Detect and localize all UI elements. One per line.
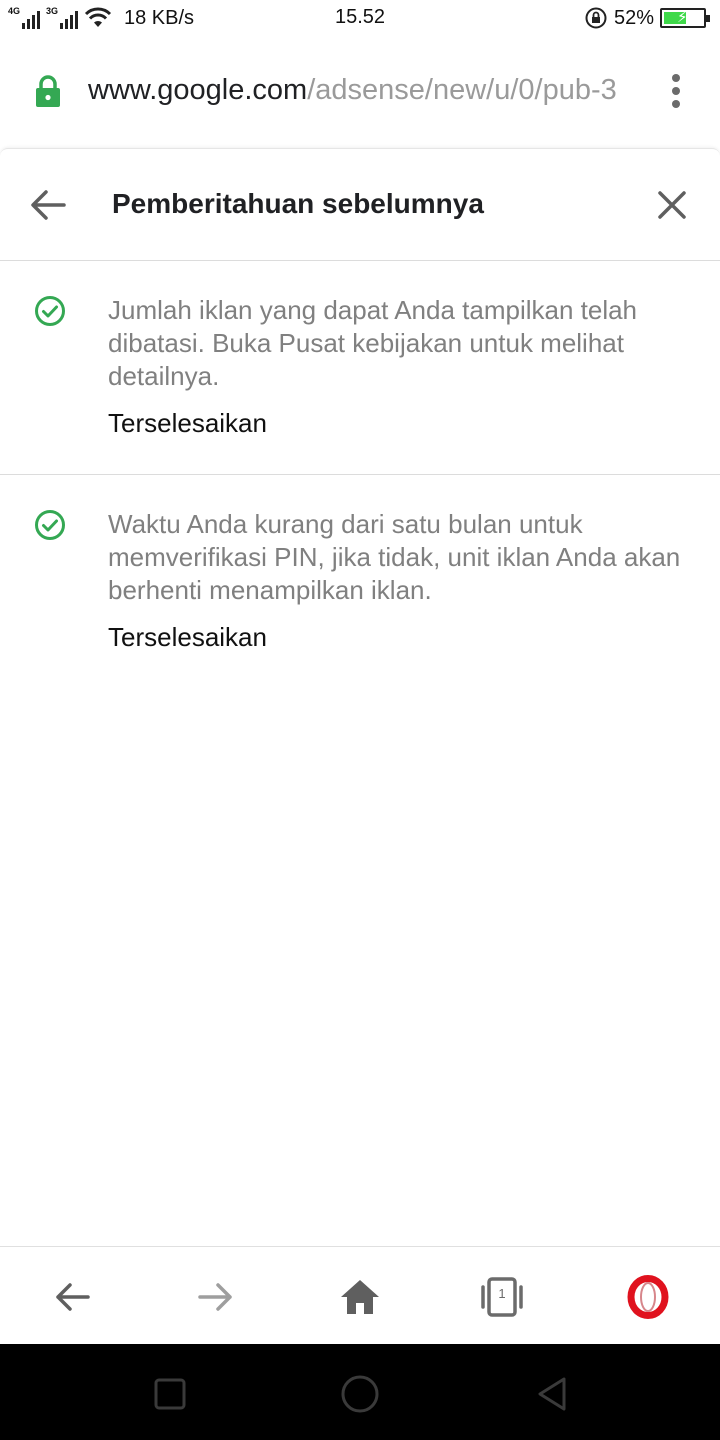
browser-forward-icon[interactable] <box>194 1275 238 1319</box>
check-circle-icon <box>35 296 65 326</box>
panel-title: Pemberitahuan sebelumnya <box>112 188 484 219</box>
browser-back-icon[interactable] <box>50 1275 94 1319</box>
recent-apps-icon[interactable] <box>150 1374 190 1414</box>
battery-icon: ⚡ <box>660 8 710 28</box>
close-icon[interactable] <box>652 185 692 225</box>
battery-percent: 52% <box>613 6 654 29</box>
status-right: 52% ⚡ <box>584 4 710 32</box>
notice-item: Jumlah iklan yang dapat Anda tampilkan t… <box>0 261 720 475</box>
home-icon[interactable] <box>338 1275 382 1319</box>
tab-count: 1 <box>498 1286 506 1301</box>
panel-header: Pemberitahuan sebelumnya <box>0 149 720 261</box>
charging-bolt-icon: ⚡ <box>677 9 688 26</box>
system-navigation-bar <box>0 1344 720 1440</box>
notice-status: Terselesaikan <box>108 622 267 652</box>
back-arrow-icon[interactable] <box>28 187 68 223</box>
notice-message: Waktu Anda kurang dari satu bulan untuk … <box>108 509 681 605</box>
rotation-lock-icon <box>585 7 607 29</box>
overflow-menu-icon[interactable] <box>664 74 688 110</box>
lock-icon <box>36 75 60 107</box>
browser-bottom-bar: 1 <box>0 1246 720 1344</box>
url-host: www.google.com <box>88 74 308 106</box>
notice-status: Terselesaikan <box>108 408 267 438</box>
url-path: /adsense/new/u/0/pub-3 <box>307 74 617 106</box>
opera-logo-icon[interactable] <box>626 1275 670 1319</box>
status-bar: 4G 3G 18 KB/s 15.52 52% ⚡ <box>0 0 720 36</box>
notice-message: Jumlah iklan yang dapat Anda tampilkan t… <box>108 295 638 391</box>
notice-item: Waktu Anda kurang dari satu bulan untuk … <box>0 475 720 675</box>
notifications-panel: Pemberitahuan sebelumnya Jumlah iklan ya… <box>0 148 720 1246</box>
system-home-icon[interactable] <box>340 1374 380 1414</box>
url-field[interactable]: www.google.com/adsense/new/u/0/pub-3 <box>88 72 640 108</box>
tabs-button[interactable]: 1 <box>480 1275 524 1319</box>
check-circle-icon <box>35 510 65 540</box>
address-bar: www.google.com/adsense/new/u/0/pub-3 <box>0 36 720 146</box>
system-back-icon[interactable] <box>532 1374 572 1414</box>
